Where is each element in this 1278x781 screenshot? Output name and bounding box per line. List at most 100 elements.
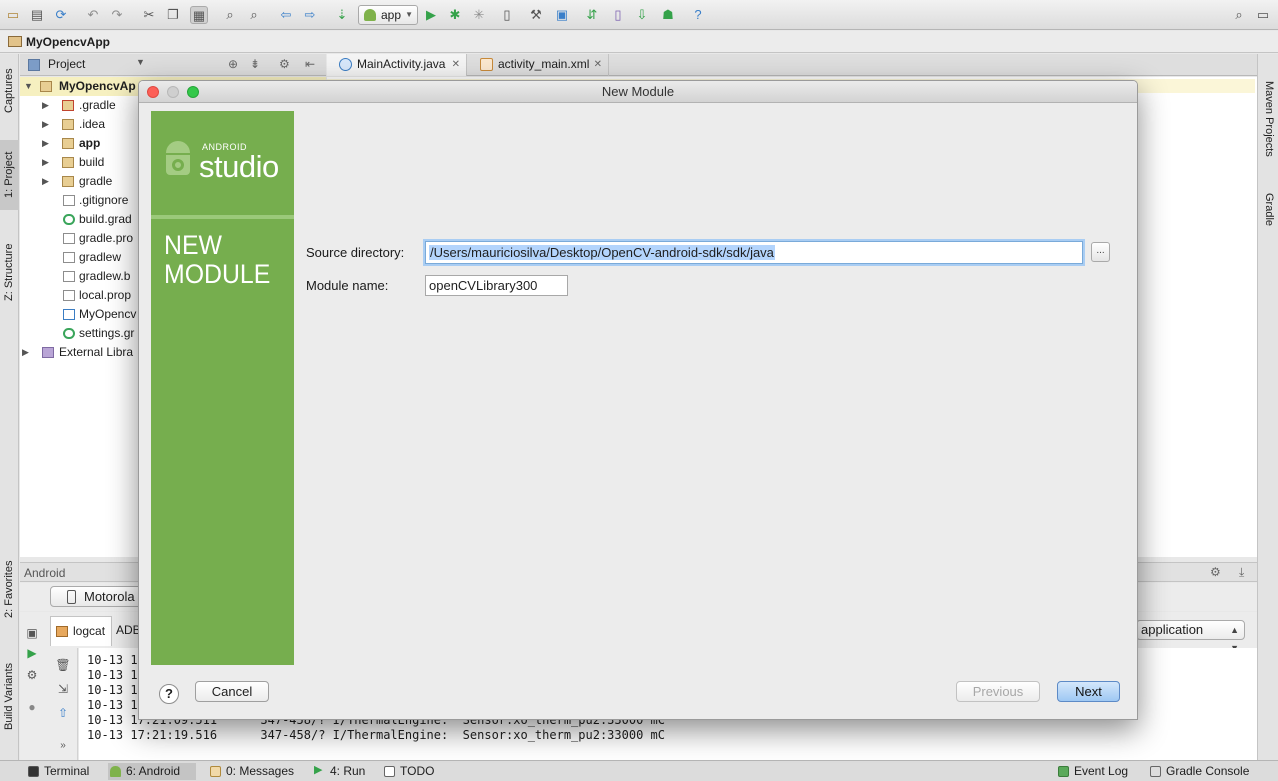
tab-adb[interactable]: ADB xyxy=(112,616,141,646)
properties-file-icon xyxy=(63,290,75,301)
save-icon[interactable]: ▤ xyxy=(28,6,46,24)
collapse-all-icon[interactable]: ⇟ xyxy=(250,57,260,71)
tool-label: Gradle Console xyxy=(1166,764,1250,778)
expand-arrow-icon[interactable]: ▼ xyxy=(24,77,33,96)
avd-manager-icon[interactable]: ▯ xyxy=(609,6,627,24)
next-button[interactable]: Next xyxy=(1057,681,1120,702)
zoom-window-button[interactable] xyxy=(187,86,199,98)
banner-divider xyxy=(151,215,294,219)
editor-tabs: MainActivity.java ✕ activity_main.xml ✕ xyxy=(327,54,1257,76)
tab-project[interactable]: 1: Project xyxy=(0,140,19,210)
copy-icon[interactable]: ❐ xyxy=(164,6,182,24)
tool-todo[interactable]: TODO xyxy=(382,763,434,780)
help-icon[interactable]: ? xyxy=(689,6,707,24)
android-monitor-icon[interactable]: ⇩ xyxy=(633,6,651,24)
tool-gradle-console[interactable]: Gradle Console xyxy=(1148,763,1249,780)
right-tool-strip: Maven Projects Gradle xyxy=(1257,54,1278,760)
tab-captures[interactable]: Captures xyxy=(0,60,19,122)
hide-pane-icon[interactable]: ⤓ xyxy=(1239,565,1244,580)
folder-icon xyxy=(62,100,74,111)
module-name-field[interactable]: openCVLibrary300 xyxy=(425,275,568,296)
tool-run[interactable]: ▶ 4: Run xyxy=(312,763,365,780)
expand-arrow-icon[interactable]: ▶ xyxy=(22,343,29,362)
run-configuration-select[interactable]: app ▼ xyxy=(358,5,418,25)
close-icon[interactable]: ✕ xyxy=(594,54,602,75)
log-filter-select[interactable]: application ▲▼ xyxy=(1136,620,1245,653)
breadcrumb-project[interactable]: MyOpencvApp xyxy=(26,35,110,49)
tool-label: Terminal xyxy=(44,764,90,778)
cancel-button[interactable]: Cancel xyxy=(195,681,269,702)
tab-gradle[interactable]: Gradle xyxy=(1258,182,1278,238)
device-monitor-icon[interactable]: ▯ xyxy=(498,6,516,24)
paste-icon[interactable]: ▦ xyxy=(190,6,208,24)
up-arrow-icon[interactable]: ⇧ xyxy=(55,706,71,720)
tool-terminal[interactable]: Terminal xyxy=(26,763,89,780)
open-icon[interactable]: ▭ xyxy=(4,6,22,24)
expand-arrow-icon[interactable]: ▶ xyxy=(42,172,49,191)
sdk-manager-icon[interactable]: ▣ xyxy=(553,6,571,24)
tool-messages[interactable]: 0: Messages xyxy=(208,763,294,780)
tool-android[interactable]: 6: Android xyxy=(108,763,196,780)
search-everywhere-icon[interactable]: ⌕ xyxy=(1230,6,1248,24)
expand-arrow-icon[interactable]: ▶ xyxy=(42,153,49,172)
tree-item-label: gradlew.b xyxy=(79,269,131,283)
redo-icon[interactable]: ↷ xyxy=(108,6,126,24)
attach-debugger-icon[interactable]: ✳ xyxy=(470,6,488,24)
project-pane-header: Project ▼ ⊕ ⇟ ⚙ ⇤ xyxy=(20,54,326,76)
tab-structure[interactable]: Z: Structure xyxy=(0,232,19,312)
tab-activity-main-xml[interactable]: activity_main.xml ✕ xyxy=(468,54,609,76)
sync-icon[interactable]: ⟳ xyxy=(52,6,70,24)
minimize-window-button[interactable] xyxy=(167,86,179,98)
log-filter-label: application xyxy=(1141,622,1204,637)
expand-arrow-icon[interactable]: ▶ xyxy=(42,134,49,153)
source-directory-field[interactable]: /Users/mauriciosilva/Desktop/OpenCV-andr… xyxy=(425,241,1083,264)
scroll-to-end-icon[interactable]: ⇲ xyxy=(55,682,71,696)
replace-icon[interactable]: ⌕ xyxy=(245,6,263,24)
gear-icon[interactable]: ⚙ xyxy=(279,57,290,71)
event-log-icon xyxy=(1058,766,1069,777)
tab-maven-projects[interactable]: Maven Projects xyxy=(1258,64,1278,174)
tab-logcat[interactable]: logcat xyxy=(50,616,112,646)
project-view-icon xyxy=(28,59,40,71)
expand-arrow-icon[interactable]: ▶ xyxy=(42,96,49,115)
cut-icon[interactable]: ✂ xyxy=(140,6,158,24)
previous-button[interactable]: Previous xyxy=(956,681,1040,702)
tab-favorites[interactable]: 2: Favorites xyxy=(0,554,19,624)
help-button[interactable]: ? xyxy=(159,684,179,704)
run-configuration-label: app xyxy=(381,8,402,22)
clear-log-icon[interactable]: 🗑 xyxy=(55,658,71,672)
android-device-icon[interactable]: ☗ xyxy=(659,6,677,24)
back-icon[interactable]: ⇦ xyxy=(277,6,295,24)
logcat-icon xyxy=(56,626,68,637)
expand-arrow-icon[interactable]: ▶ xyxy=(42,115,49,134)
debug-icon[interactable]: ✱ xyxy=(446,6,464,24)
terminate-icon[interactable]: ● xyxy=(24,700,40,714)
tree-item-label: External Libra xyxy=(59,345,134,359)
device-label: Motorola xyxy=(84,589,135,604)
run-icon[interactable]: ▶ xyxy=(422,6,440,24)
record-icon[interactable]: ▶ xyxy=(24,646,40,660)
project-structure-icon[interactable]: ⚒ xyxy=(527,6,545,24)
tool-label: 0: Messages xyxy=(226,764,295,778)
tab-main-activity[interactable]: MainActivity.java ✕ xyxy=(327,54,467,76)
hide-pane-icon[interactable]: ⇤ xyxy=(305,57,315,71)
tool-event-log[interactable]: Event Log xyxy=(1056,763,1128,780)
close-window-button[interactable] xyxy=(147,86,159,98)
gear-icon[interactable]: ⚙ xyxy=(1210,565,1221,579)
close-icon[interactable]: ✕ xyxy=(452,54,460,75)
scroll-from-source-icon[interactable]: ⊕ xyxy=(228,57,238,71)
find-icon[interactable]: ⌕ xyxy=(221,6,239,24)
undo-icon[interactable]: ↶ xyxy=(84,6,102,24)
layout-icon[interactable]: ▭ xyxy=(1254,6,1272,24)
make-icon[interactable]: ⇣ xyxy=(333,6,351,24)
tab-build-variants[interactable]: Build Variants xyxy=(0,654,19,738)
more-icon[interactable]: » xyxy=(55,740,71,754)
chevron-down-icon[interactable]: ▼ xyxy=(136,57,145,67)
screenshot-icon[interactable]: ▣ xyxy=(24,626,40,640)
browse-button[interactable]: ... xyxy=(1091,242,1110,262)
system-info-icon[interactable]: ⚙ xyxy=(24,668,40,682)
gradle-sync-icon[interactable]: ⇵ xyxy=(583,6,601,24)
java-class-icon xyxy=(339,58,352,71)
forward-icon[interactable]: ⇨ xyxy=(301,6,319,24)
project-view-select[interactable]: Project xyxy=(48,57,85,71)
